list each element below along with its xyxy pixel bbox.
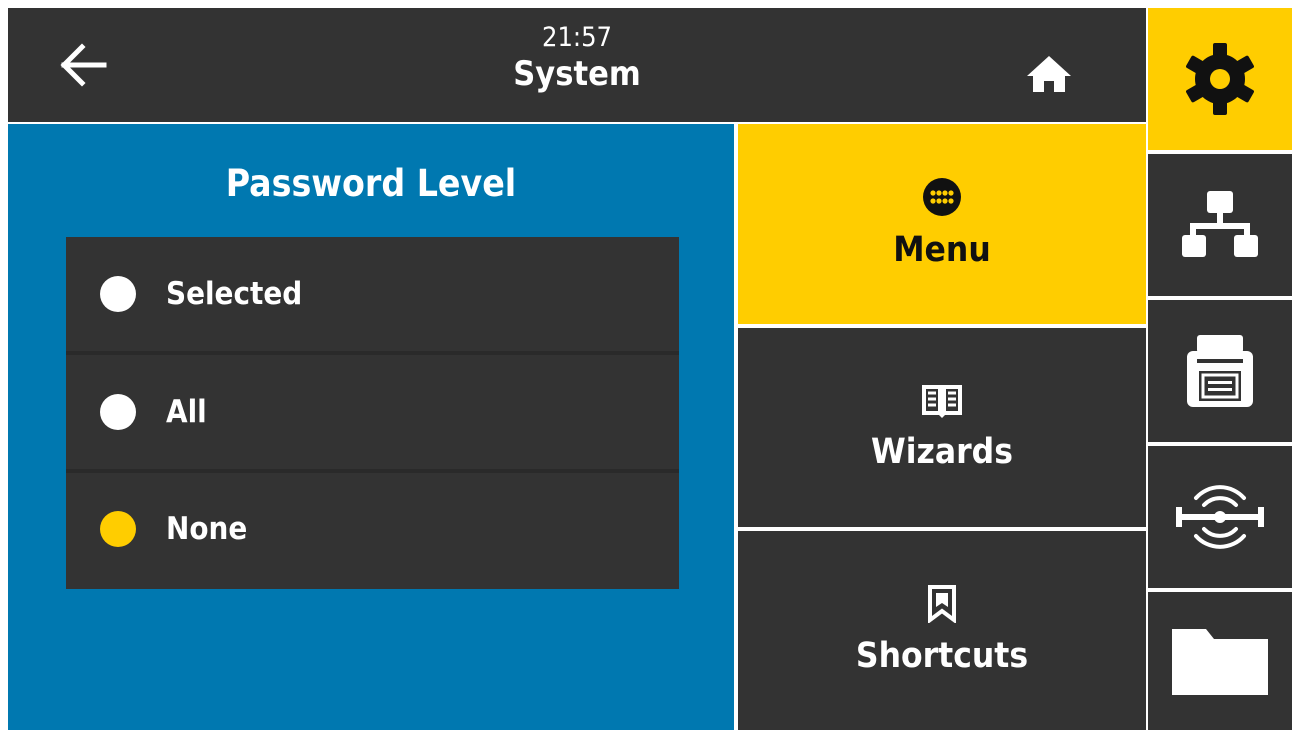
bookmark-icon bbox=[927, 584, 957, 623]
page-title: System bbox=[513, 54, 641, 94]
arrow-left-icon bbox=[58, 43, 108, 87]
option-selected[interactable]: Selected bbox=[66, 237, 679, 351]
panel-title: Password Level bbox=[225, 162, 517, 205]
header-bar: 21:57 System bbox=[8, 8, 1146, 122]
home-icon bbox=[1025, 54, 1073, 94]
home-button[interactable] bbox=[1014, 44, 1084, 104]
sidebar-item-storage[interactable] bbox=[1148, 592, 1292, 730]
right-sidebar bbox=[1148, 8, 1292, 730]
folder-icon bbox=[1170, 621, 1270, 701]
option-none[interactable]: None bbox=[66, 472, 679, 586]
gear-icon bbox=[1180, 39, 1260, 119]
menu-label: Menu bbox=[893, 230, 991, 270]
header-title-group: 21:57 System bbox=[8, 22, 1146, 94]
book-icon bbox=[922, 383, 962, 419]
radio-button-all[interactable] bbox=[100, 394, 136, 430]
clock-time: 21:57 bbox=[542, 22, 612, 53]
sidebar-item-network[interactable] bbox=[1148, 154, 1292, 296]
network-icon bbox=[1180, 185, 1260, 265]
rfid-icon bbox=[1172, 477, 1268, 557]
menu-button[interactable]: Menu bbox=[738, 124, 1146, 324]
wizards-label: Wizards bbox=[871, 431, 1013, 472]
printer-icon bbox=[1185, 331, 1255, 411]
option-label: None bbox=[166, 511, 248, 547]
shortcuts-label: Shortcuts bbox=[855, 635, 1029, 676]
radio-option-list: Selected All None bbox=[66, 237, 679, 589]
grid-dots-icon bbox=[922, 177, 962, 217]
back-button[interactable] bbox=[48, 30, 118, 100]
sidebar-item-print[interactable] bbox=[1148, 300, 1292, 442]
sidebar-item-settings[interactable] bbox=[1148, 8, 1292, 150]
shortcuts-button[interactable]: Shortcuts bbox=[738, 531, 1146, 730]
sidebar-item-rfid[interactable] bbox=[1148, 446, 1292, 588]
option-label: All bbox=[166, 394, 207, 430]
radio-button-none[interactable] bbox=[100, 511, 136, 547]
radio-button-selected[interactable] bbox=[100, 276, 136, 312]
password-level-panel: Password Level Selected All None bbox=[8, 124, 734, 730]
menu-column: Menu Wizards Shortcuts bbox=[738, 124, 1146, 730]
printer-screen: 21:57 System Password Level Selected All bbox=[0, 0, 1300, 730]
option-label: Selected bbox=[166, 276, 303, 312]
option-all[interactable]: All bbox=[66, 355, 679, 469]
wizards-button[interactable]: Wizards bbox=[738, 328, 1146, 527]
